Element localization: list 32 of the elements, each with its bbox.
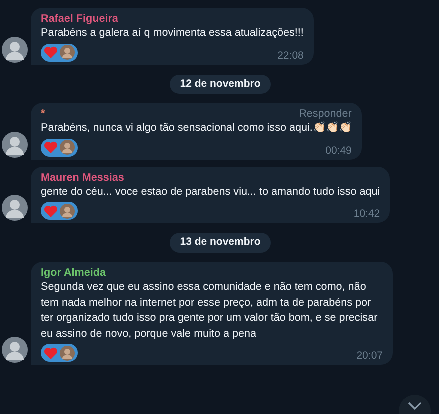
message-text: Parabéns a galera aí q movimenta essa atualizações!!!	[41, 26, 304, 41]
reactor-avatar	[60, 140, 75, 156]
chevron-down-icon	[408, 402, 422, 410]
author-name: *	[41, 107, 46, 122]
reaction-button[interactable]	[41, 202, 78, 220]
heart-icon	[44, 346, 58, 360]
date-separator: 13 de novembro	[170, 233, 271, 253]
author-name: Mauren Messias	[41, 170, 124, 185]
date-separator: 12 de novembro	[170, 74, 271, 94]
reaction-button[interactable]	[41, 138, 78, 157]
heart-icon	[44, 46, 58, 59]
avatar[interactable]	[2, 132, 28, 158]
heart-icon	[44, 141, 58, 154]
reply-hint: Responder	[299, 107, 352, 122]
reactor-avatar	[60, 346, 75, 360]
message-time: 10:42	[354, 208, 380, 220]
message-text: Segunda vez que eu assino essa comunidade e não tem como, não tem nada melhor na internet por esse preço, adm ta de parabéns por ter organizado tudo isso pra gente por um valor tão bom, e se precisar eu assino de novo, porque vale muito a pena	[41, 280, 379, 342]
avatar[interactable]	[2, 337, 28, 363]
avatar[interactable]	[2, 36, 28, 62]
message-time: 20:07	[356, 350, 383, 362]
reactor-avatar	[60, 204, 75, 219]
author-name: Igor Almeida	[41, 266, 106, 280]
reaction-button[interactable]	[41, 44, 78, 62]
message-text: Parabéns, nunca vi algo tão sensacional como isso aqui.👏🏻👏🏻👏🏻	[41, 121, 352, 136]
message-time: 00:49	[326, 144, 352, 157]
reactor-avatar	[60, 45, 75, 60]
reaction-button[interactable]	[41, 344, 78, 362]
author-name: Rafael Figueira	[41, 12, 118, 26]
heart-icon	[44, 204, 58, 218]
message-time: 22:08	[278, 50, 304, 62]
avatar[interactable]	[2, 195, 28, 222]
message-text: gente do céu... voce estao de parabens viu... to amando tudo isso aqui	[41, 184, 380, 200]
